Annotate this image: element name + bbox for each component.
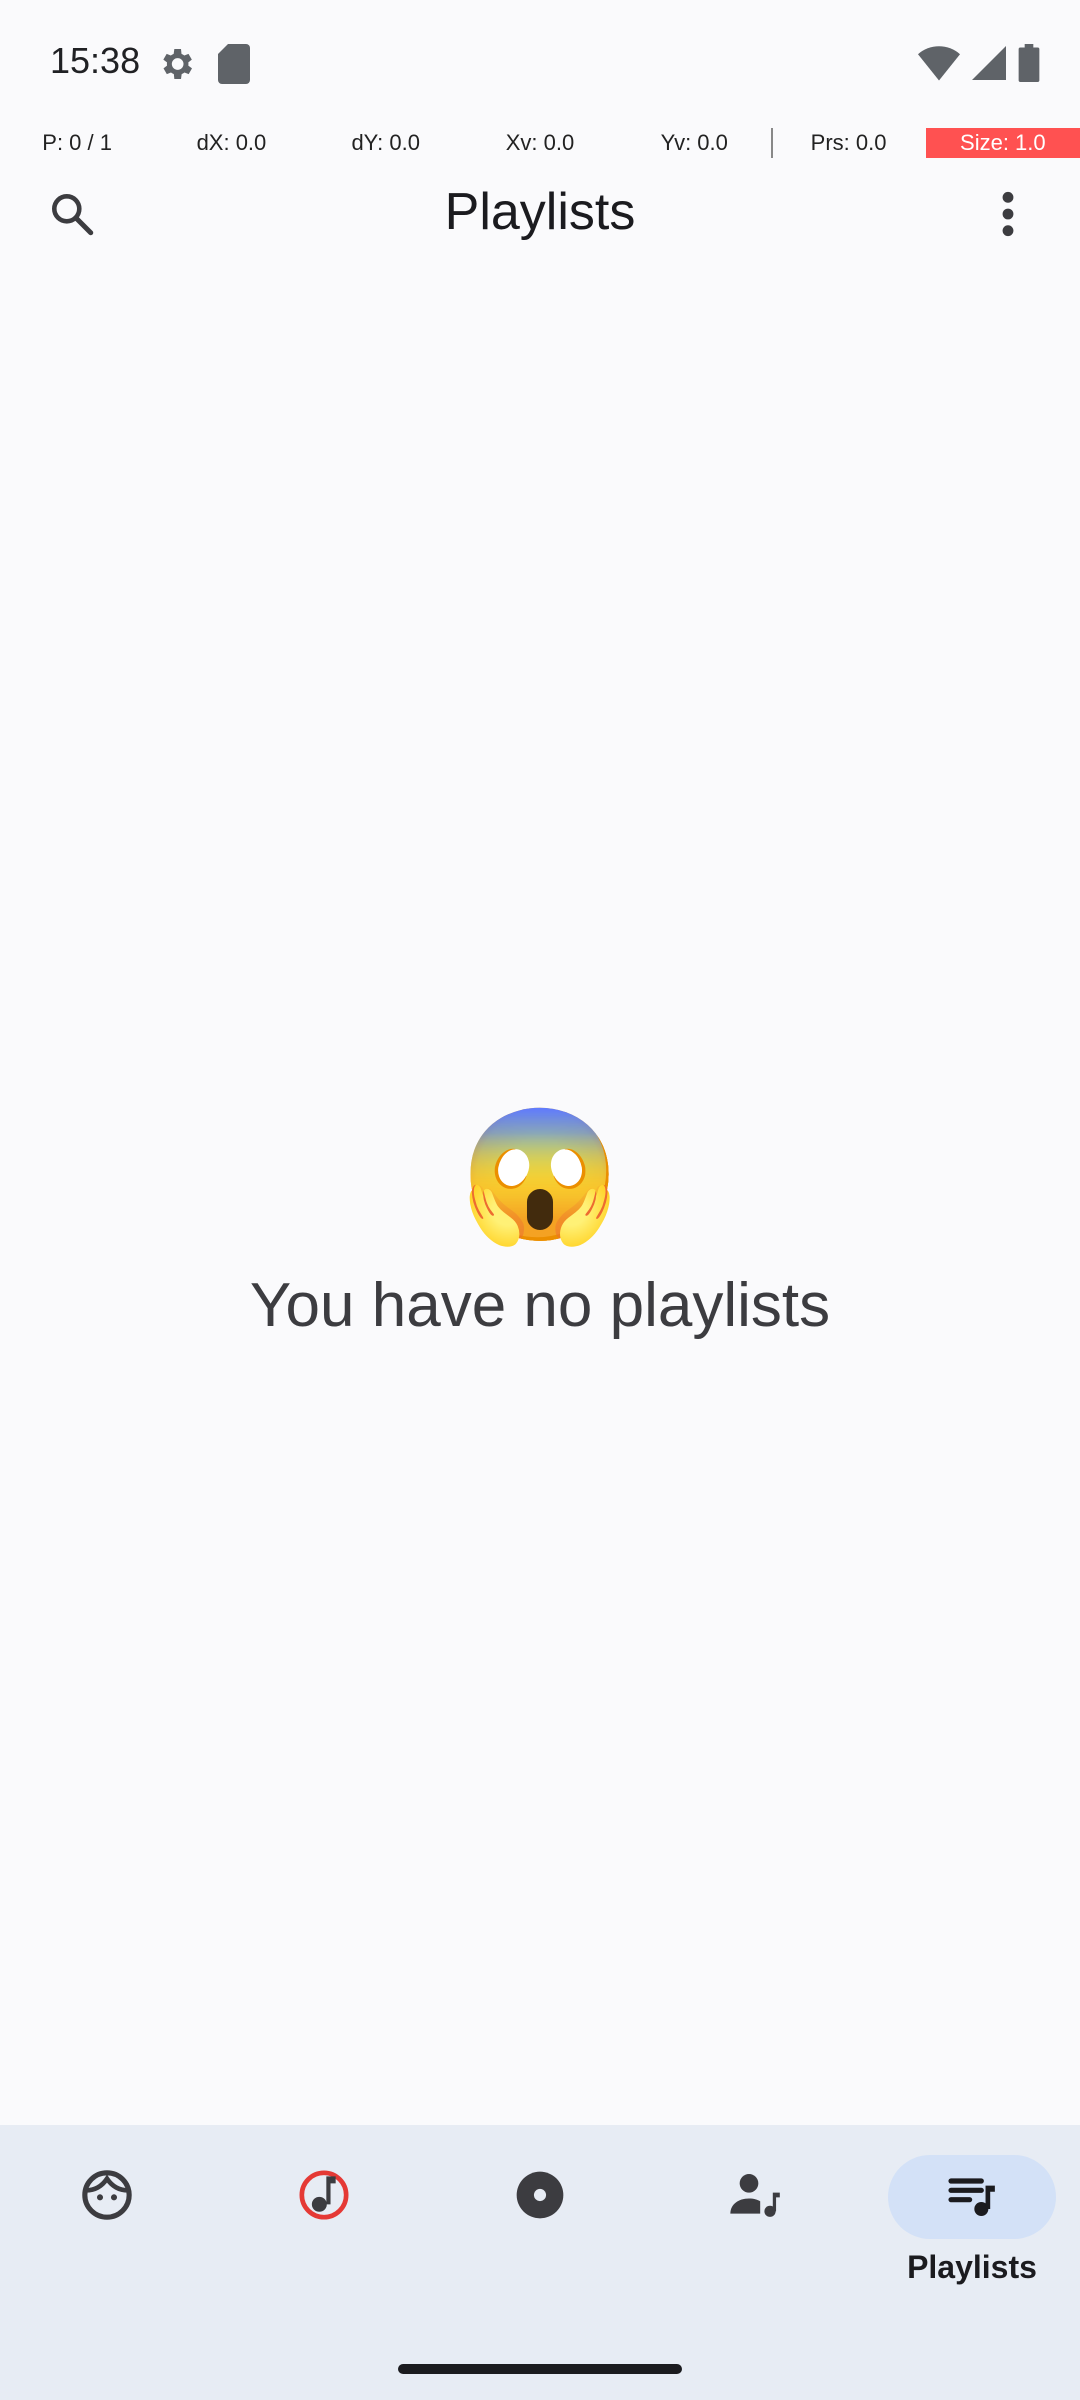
- more-options-button[interactable]: [972, 180, 1044, 252]
- music-note-icon: [296, 2167, 352, 2228]
- pointer-stat: dY: 0.0: [351, 130, 420, 155]
- sd-card-icon: [218, 44, 250, 89]
- status-bar: 15:38: [0, 0, 1080, 128]
- battery-icon: [1018, 44, 1040, 87]
- cellular-icon: [972, 45, 1006, 86]
- pointer-stat: Xv: 0.0: [505, 130, 575, 155]
- nav-tab-playlists[interactable]: Playlists: [872, 2155, 1072, 2295]
- more-vert-icon: [1000, 189, 1016, 244]
- empty-state-message: You have no playlists: [249, 1271, 831, 1340]
- status-time: 15:38: [50, 40, 141, 81]
- pointer-stat: Prs: 0.0: [771, 128, 925, 158]
- nav-tab-face[interactable]: [7, 2155, 207, 2295]
- album-icon: [512, 2167, 568, 2228]
- wifi-icon: [918, 45, 960, 86]
- empty-state: 😱 You have no playlists: [0, 1100, 1080, 1341]
- artist-icon: [728, 2167, 784, 2228]
- playlist-icon: [944, 2167, 1000, 2228]
- screaming-face-emoji: 😱: [459, 1102, 621, 1248]
- nav-tab-songs[interactable]: [224, 2155, 424, 2295]
- bottom-navigation: Playlists: [0, 2125, 1080, 2400]
- active-indicator: [888, 2155, 1056, 2239]
- nav-tab-albums[interactable]: [440, 2155, 640, 2295]
- pointer-stat: Size: 1.0: [925, 128, 1080, 158]
- pointer-stat: dX: 0.0: [196, 130, 267, 155]
- nav-tab-artists[interactable]: [656, 2155, 856, 2295]
- face-icon: [79, 2167, 135, 2228]
- pointer-stat: P: 0 / 1: [42, 130, 112, 155]
- pointer-location-overlay: P: 0 / 1 dX: 0.0 dY: 0.0 Xv: 0.0 Yv: 0.0…: [0, 128, 1080, 158]
- gesture-handle[interactable]: [398, 2364, 682, 2374]
- top-app-bar: Playlists: [0, 158, 1080, 270]
- pointer-stat: Yv: 0.0: [660, 130, 728, 155]
- settings-icon: [156, 44, 196, 89]
- nav-label-playlists: Playlists: [907, 2249, 1037, 2285]
- page-title: Playlists: [444, 183, 636, 241]
